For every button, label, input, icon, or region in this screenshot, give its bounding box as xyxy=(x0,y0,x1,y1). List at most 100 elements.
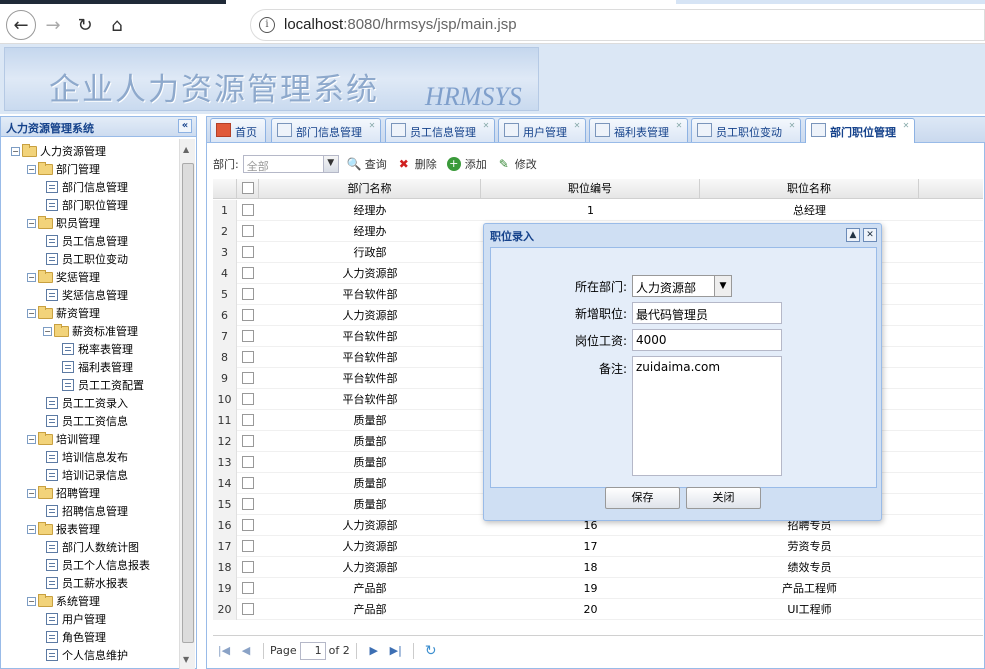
tree-folder[interactable]: − 报表管理 xyxy=(27,520,100,538)
tree-item[interactable]: 部门人数统计图 xyxy=(46,538,139,556)
tree-item[interactable]: 奖惩信息管理 xyxy=(46,286,128,304)
collapse-toggle-icon[interactable]: − xyxy=(27,308,36,318)
add-button[interactable]: + 添加 xyxy=(446,156,487,172)
new-job-input[interactable]: 最代码管理员 xyxy=(632,302,782,324)
table-row[interactable]: 18 人力资源部 18 绩效专员 xyxy=(213,557,983,578)
row-checkbox[interactable] xyxy=(242,540,254,552)
collapse-toggle-icon[interactable]: − xyxy=(27,434,36,444)
row-checkbox[interactable] xyxy=(242,477,254,489)
tree-folder[interactable]: − 招聘管理 xyxy=(27,484,100,502)
tree-item[interactable]: 部门信息管理 xyxy=(46,178,128,196)
close-button[interactable]: 关闭 xyxy=(686,487,761,509)
note-textarea[interactable]: zuidaima.com xyxy=(632,356,782,476)
chevron-down-icon[interactable]: ▼ xyxy=(322,156,338,172)
tree-item[interactable]: 培训记录信息 xyxy=(46,466,128,484)
tree-item[interactable]: 福利表管理 xyxy=(62,358,133,376)
tree-folder[interactable]: − 培训管理 xyxy=(27,430,100,448)
row-checkbox[interactable] xyxy=(242,372,254,384)
back-button[interactable]: ← xyxy=(6,10,36,40)
tree-item[interactable]: 员工薪水报表 xyxy=(46,574,128,592)
collapse-icon[interactable]: ▲ xyxy=(846,228,860,242)
table-row[interactable]: 17 人力资源部 17 劳资专员 xyxy=(213,536,983,557)
tree-item[interactable]: 部门职位管理 xyxy=(46,196,128,214)
tree-folder[interactable]: − 部门管理 xyxy=(27,160,100,178)
refresh-icon[interactable]: ↻ xyxy=(422,643,440,659)
row-checkbox[interactable] xyxy=(242,330,254,342)
dept-filter-select[interactable]: 全部 ▼ xyxy=(242,155,339,173)
collapse-toggle-icon[interactable]: − xyxy=(27,596,36,606)
collapse-toggle-icon[interactable]: − xyxy=(27,488,36,498)
tree-item[interactable]: 员工工资信息 xyxy=(46,412,128,430)
close-tab-icon[interactable]: ✕ xyxy=(674,121,684,131)
scrollbar-thumb[interactable] xyxy=(182,163,194,643)
row-checkbox[interactable] xyxy=(242,456,254,468)
grid-header-dept[interactable]: 部门名称 xyxy=(259,179,481,199)
tab-item[interactable]: 部门职位管理 ✕ xyxy=(805,118,915,143)
close-tab-icon[interactable]: ✕ xyxy=(481,121,491,131)
row-checkbox[interactable] xyxy=(242,603,254,615)
tree-item[interactable]: 招聘信息管理 xyxy=(46,502,128,520)
collapse-toggle-icon[interactable]: − xyxy=(27,524,36,534)
row-checkbox[interactable] xyxy=(242,267,254,279)
row-checkbox[interactable] xyxy=(242,582,254,594)
tree-folder[interactable]: − 薪资标准管理 xyxy=(43,322,138,340)
forward-button[interactable]: → xyxy=(40,12,66,38)
tree-item[interactable]: 员工工资配置 xyxy=(62,376,144,394)
tab-item[interactable]: 员工信息管理 ✕ xyxy=(385,118,495,142)
tree-folder[interactable]: − 职员管理 xyxy=(27,214,100,232)
row-checkbox[interactable] xyxy=(242,225,254,237)
collapse-toggle-icon[interactable]: − xyxy=(27,164,36,174)
reload-button[interactable]: ↻ xyxy=(72,12,98,38)
row-checkbox[interactable] xyxy=(242,519,254,531)
table-row[interactable]: 19 产品部 19 产品工程师 xyxy=(213,578,983,599)
tab-item[interactable]: 福利表管理 ✕ xyxy=(589,118,688,142)
row-checkbox[interactable] xyxy=(242,498,254,510)
close-tab-icon[interactable]: ✕ xyxy=(367,121,377,131)
tab-item[interactable]: 员工职位变动 ✕ xyxy=(691,118,801,142)
tree-item[interactable]: 用户管理 xyxy=(46,610,106,628)
row-checkbox[interactable] xyxy=(242,561,254,573)
scroll-up-icon[interactable]: ▲ xyxy=(183,145,189,154)
first-page-button[interactable]: |◀ xyxy=(215,644,233,657)
row-checkbox[interactable] xyxy=(242,393,254,405)
info-icon[interactable]: i xyxy=(259,17,275,33)
scroll-down-icon[interactable]: ▼ xyxy=(183,655,189,664)
tree-item[interactable]: 税率表管理 xyxy=(62,340,133,358)
chevron-down-icon[interactable]: ▼ xyxy=(714,276,731,296)
query-button[interactable]: 🔍 查询 xyxy=(347,156,387,172)
row-checkbox[interactable] xyxy=(242,351,254,363)
tree-folder[interactable]: − 人力资源管理 xyxy=(11,142,106,160)
grid-header-job-name[interactable]: 职位名称 xyxy=(700,179,919,199)
next-page-button[interactable]: ▶ xyxy=(365,644,383,657)
tree-item[interactable]: 员工工资录入 xyxy=(46,394,128,412)
collapse-toggle-icon[interactable]: − xyxy=(43,326,52,336)
prev-page-button[interactable]: ◀ xyxy=(237,644,255,657)
edit-button[interactable]: ✎ 修改 xyxy=(497,156,537,172)
tree-folder[interactable]: − 薪资管理 xyxy=(27,304,100,322)
collapse-toggle-icon[interactable]: − xyxy=(11,146,20,156)
table-row[interactable]: 1 经理办 1 总经理 xyxy=(213,200,983,221)
row-checkbox[interactable] xyxy=(242,414,254,426)
close-tab-icon[interactable]: ✕ xyxy=(901,121,911,131)
grid-header-job-id[interactable]: 职位编号 xyxy=(481,179,700,199)
close-tab-icon[interactable]: ✕ xyxy=(787,121,797,131)
collapse-toggle-icon[interactable]: − xyxy=(27,218,36,228)
tab-item[interactable]: 用户管理 ✕ xyxy=(498,118,586,142)
close-tab-icon[interactable]: ✕ xyxy=(572,121,582,131)
delete-button[interactable]: ✖ 删除 xyxy=(397,156,437,172)
tab-home[interactable]: 首页 xyxy=(210,118,266,142)
salary-input[interactable]: 4000 xyxy=(632,329,782,351)
tree-item[interactable]: 个人信息维护 xyxy=(46,646,128,664)
save-button[interactable]: 保存 xyxy=(605,487,680,509)
address-bar[interactable]: i localhost:8080/hrmsys/jsp/main.jsp xyxy=(250,9,985,41)
home-icon[interactable]: ⌂ xyxy=(104,12,130,38)
tree-item[interactable]: 培训信息发布 xyxy=(46,448,128,466)
tab-item[interactable]: 部门信息管理 ✕ xyxy=(271,118,381,142)
tree-folder[interactable]: − 系统管理 xyxy=(27,592,100,610)
last-page-button[interactable]: ▶| xyxy=(387,644,405,657)
collapse-sidebar-button[interactable]: « xyxy=(178,119,192,133)
tree-item[interactable]: 员工信息管理 xyxy=(46,232,128,250)
collapse-toggle-icon[interactable]: − xyxy=(27,272,36,282)
dept-select[interactable]: 人力资源部 ▼ xyxy=(632,275,732,297)
tree-item[interactable]: 员工职位变动 xyxy=(46,250,128,268)
